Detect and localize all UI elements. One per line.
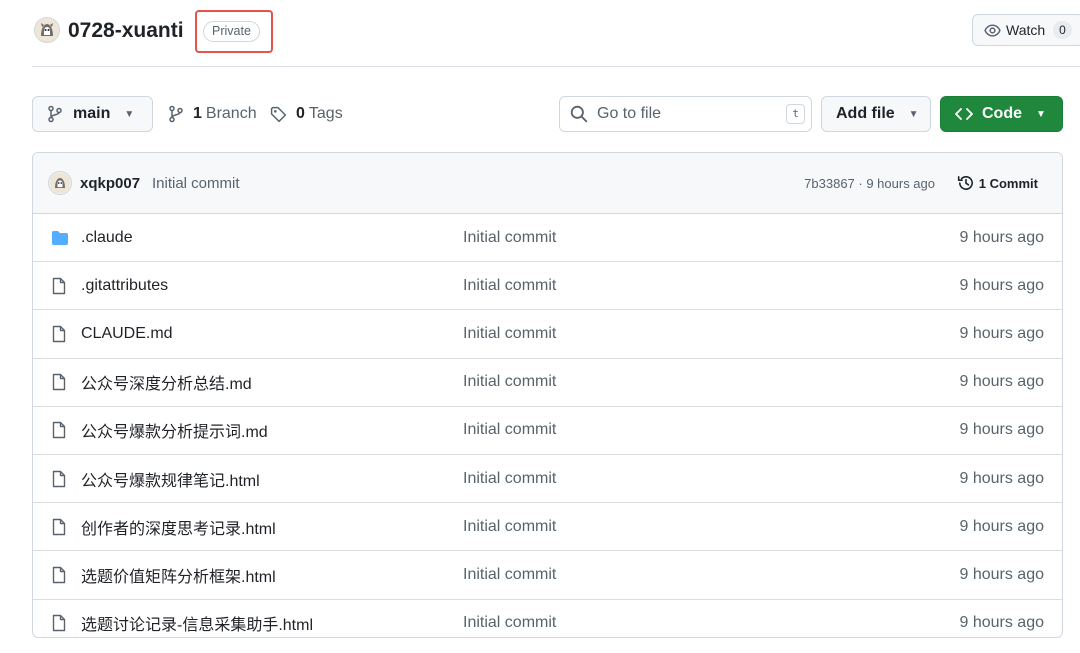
file-name-link[interactable]: 公众号爆款分析提示词.md	[81, 418, 268, 442]
file-row[interactable]: 公众号深度分析总结.md Initial commit 9 hours ago	[33, 359, 1062, 407]
file-row[interactable]: 选题讨论记录-信息采集助手.html Initial commit 9 hours …	[33, 600, 1062, 638]
branches-link[interactable]: 1 Branch	[168, 96, 257, 132]
file-commit-message[interactable]: Initial commit	[463, 421, 556, 439]
watch-count: 0	[1053, 21, 1072, 39]
file-commit-message[interactable]: Initial commit	[463, 229, 556, 247]
file-row[interactable]: 公众号爆款分析提示词.md Initial commit 9 hours ago	[33, 407, 1062, 455]
file-commit-message[interactable]: Initial commit	[463, 325, 556, 343]
file-name-link[interactable]: 创作者的深度思考记录.html	[81, 515, 276, 539]
file-row[interactable]: 创作者的深度思考记录.html Initial commit 9 hours ago	[33, 503, 1062, 552]
author-avatar-icon	[50, 173, 70, 193]
file-commit-message[interactable]: Initial commit	[463, 518, 556, 536]
search-shortcut-key: t	[786, 104, 805, 124]
visibility-badge: Private	[203, 21, 260, 42]
header-divider	[32, 66, 1080, 67]
tag-label: Tags	[308, 105, 343, 122]
commit-hash-time[interactable]: 7b33867 · 9 hours ago	[804, 176, 935, 191]
file-icon	[51, 277, 67, 295]
branch-name: main	[73, 105, 111, 122]
file-name-link[interactable]: 公众号爆款规律笔记.html	[81, 467, 260, 491]
go-to-file-input[interactable]: Go to file t	[559, 96, 812, 132]
file-commit-message[interactable]: Initial commit	[463, 277, 556, 295]
tag-count: 0	[296, 105, 305, 122]
branch-count: 1	[193, 105, 202, 122]
branch-selector[interactable]: main ▼	[32, 96, 153, 132]
file-commit-message[interactable]: Initial commit	[463, 470, 556, 488]
file-commit-age: 9 hours ago	[959, 373, 1044, 391]
branch-label: Branch	[205, 105, 257, 122]
file-name-link[interactable]: 选题讨论记录-信息采集助手.html	[81, 611, 313, 635]
file-commit-age: 9 hours ago	[959, 614, 1044, 632]
file-commit-age: 9 hours ago	[959, 469, 1044, 487]
search-icon	[570, 105, 588, 123]
latest-commit-bar: xqkp007 Initial commit 7b33867 · 9 hours…	[33, 153, 1062, 214]
git-branch-icon	[168, 105, 184, 123]
file-name-link[interactable]: 公众号深度分析总结.md	[81, 370, 252, 394]
owner-avatar[interactable]	[34, 17, 60, 43]
file-row[interactable]: CLAUDE.md Initial commit 9 hours ago	[33, 310, 1062, 359]
folder-icon	[51, 230, 69, 246]
file-icon	[51, 566, 67, 584]
file-icon	[51, 614, 67, 632]
chevron-down-icon: ▼	[1036, 108, 1046, 120]
file-row[interactable]: 公众号爆款规律笔记.html Initial commit 9 hours ago	[33, 455, 1062, 504]
git-branch-icon	[47, 105, 63, 123]
file-icon	[51, 470, 67, 488]
watch-button[interactable]: Watch 0	[972, 14, 1080, 46]
commit-count-label: 1 Commit	[978, 175, 1038, 191]
commit-message[interactable]: Initial commit	[152, 175, 240, 192]
file-commit-message[interactable]: Initial commit	[463, 614, 556, 632]
history-icon	[957, 174, 975, 192]
search-placeholder: Go to file	[597, 105, 662, 122]
file-commit-age: 9 hours ago	[959, 565, 1044, 583]
tag-icon	[270, 106, 287, 123]
add-file-button[interactable]: Add file ▼	[821, 96, 931, 132]
watch-label: Watch	[1006, 22, 1046, 38]
file-commit-age: 9 hours ago	[959, 324, 1044, 342]
commit-history-link[interactable]: 1 Commit	[957, 174, 1038, 192]
commit-author[interactable]: xqkp007	[80, 175, 140, 192]
file-list: .claude Initial commit 9 hours ago .gitattr…	[33, 214, 1062, 638]
file-row[interactable]: .gitattributes Initial commit 9 hours ago	[33, 262, 1062, 311]
file-icon	[51, 518, 67, 536]
file-name-link[interactable]: .claude	[81, 229, 133, 247]
file-commit-message[interactable]: Initial commit	[463, 566, 556, 584]
code-button[interactable]: Code ▼	[940, 96, 1063, 132]
file-name-link[interactable]: .gitattributes	[81, 277, 168, 295]
file-icon	[51, 421, 67, 439]
tags-link[interactable]: 0 Tags	[270, 96, 343, 132]
repo-name[interactable]: 0728-xuanti	[68, 17, 184, 45]
file-commit-message[interactable]: Initial commit	[463, 373, 556, 391]
file-icon	[51, 373, 67, 391]
file-icon	[51, 325, 67, 343]
file-commit-age: 9 hours ago	[959, 228, 1044, 246]
code-icon	[955, 107, 973, 121]
chevron-down-icon: ▼	[908, 108, 919, 120]
chevron-down-icon: ▼	[124, 108, 135, 120]
file-name-link[interactable]: CLAUDE.md	[81, 325, 173, 343]
file-row[interactable]: 选题价值矩阵分析框架.html Initial commit 9 hours ago	[33, 551, 1062, 600]
code-label: Code	[982, 105, 1022, 122]
eye-icon	[984, 22, 1001, 39]
author-avatar[interactable]	[48, 171, 72, 195]
owner-avatar-icon	[35, 18, 59, 42]
file-commit-age: 9 hours ago	[959, 517, 1044, 535]
file-table: xqkp007 Initial commit 7b33867 · 9 hours…	[32, 152, 1063, 638]
file-commit-age: 9 hours ago	[959, 276, 1044, 294]
file-name-link[interactable]: 选题价值矩阵分析框架.html	[81, 563, 276, 587]
file-commit-age: 9 hours ago	[959, 421, 1044, 439]
file-row[interactable]: .claude Initial commit 9 hours ago	[33, 214, 1062, 263]
add-file-label: Add file	[836, 105, 895, 122]
